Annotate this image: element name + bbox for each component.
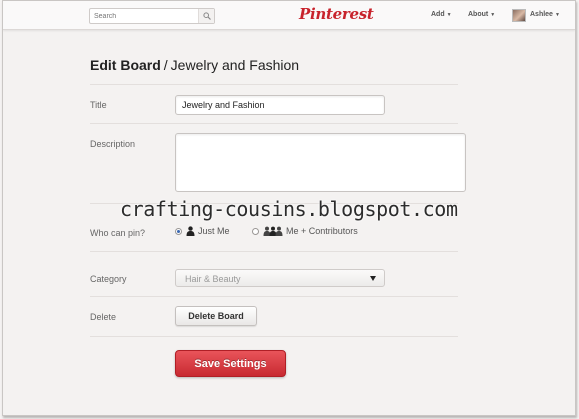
option-contributors-label: Me + Contributors bbox=[286, 226, 358, 236]
page-title-action: Edit Board bbox=[90, 57, 161, 73]
add-menu[interactable]: Add ▼ bbox=[431, 11, 452, 18]
divider bbox=[90, 336, 458, 337]
dropdown-arrow-icon bbox=[370, 276, 376, 281]
page-title: Edit Board / Jewelry and Fashion bbox=[90, 57, 299, 73]
browser-frame: Pinterest Add▼ About▼ Ashlee▼ Edit Board… bbox=[2, 0, 576, 416]
watermark-text: crafting-cousins.blogspot.com bbox=[120, 197, 458, 221]
search-box bbox=[89, 8, 215, 24]
who-can-pin-label: Who can pin? bbox=[90, 228, 146, 238]
search-icon bbox=[203, 12, 211, 20]
group-icon bbox=[263, 226, 283, 236]
about-menu[interactable]: About ▼ bbox=[468, 11, 495, 18]
title-label: Title bbox=[90, 100, 107, 110]
description-textarea[interactable] bbox=[175, 133, 466, 192]
chevron-down-icon: ▼ bbox=[446, 12, 452, 18]
save-settings-button[interactable]: Save Settings bbox=[175, 350, 286, 377]
chevron-down-icon: ▼ bbox=[490, 12, 496, 18]
delete-label: Delete bbox=[90, 312, 117, 322]
person-icon bbox=[186, 226, 195, 236]
delete-board-button[interactable]: Delete Board bbox=[175, 306, 257, 326]
category-select[interactable]: Hair & Beauty bbox=[175, 269, 385, 287]
page-title-separator: / bbox=[163, 57, 168, 73]
about-menu-label: About bbox=[468, 11, 489, 18]
add-menu-label: Add bbox=[431, 11, 445, 18]
title-input[interactable] bbox=[175, 95, 385, 115]
top-navigation-bar: Pinterest Add▼ About▼ Ashlee▼ bbox=[3, 1, 575, 30]
search-button[interactable] bbox=[198, 9, 214, 23]
divider bbox=[90, 84, 458, 85]
divider bbox=[90, 123, 458, 124]
divider bbox=[90, 251, 458, 252]
radio-contributors[interactable]: Me + Contributors bbox=[252, 226, 358, 236]
description-label: Description bbox=[90, 139, 136, 149]
category-label: Category bbox=[90, 274, 127, 284]
user-menu[interactable]: Ashlee ▼ bbox=[530, 11, 560, 18]
radio-just-me[interactable]: Just Me bbox=[175, 226, 230, 236]
pinterest-logo[interactable]: Pinterest bbox=[299, 5, 374, 23]
chevron-down-icon: ▼ bbox=[554, 12, 560, 18]
page-title-board-name: Jewelry and Fashion bbox=[170, 57, 300, 73]
option-just-me-label: Just Me bbox=[198, 226, 230, 236]
search-input[interactable] bbox=[90, 9, 198, 23]
divider bbox=[90, 296, 458, 297]
radio-button-checked[interactable] bbox=[175, 227, 182, 235]
radio-button-unchecked[interactable] bbox=[252, 227, 259, 235]
category-selected-value: Hair & Beauty bbox=[185, 274, 241, 284]
avatar[interactable] bbox=[512, 9, 526, 22]
user-name: Ashlee bbox=[530, 11, 553, 18]
